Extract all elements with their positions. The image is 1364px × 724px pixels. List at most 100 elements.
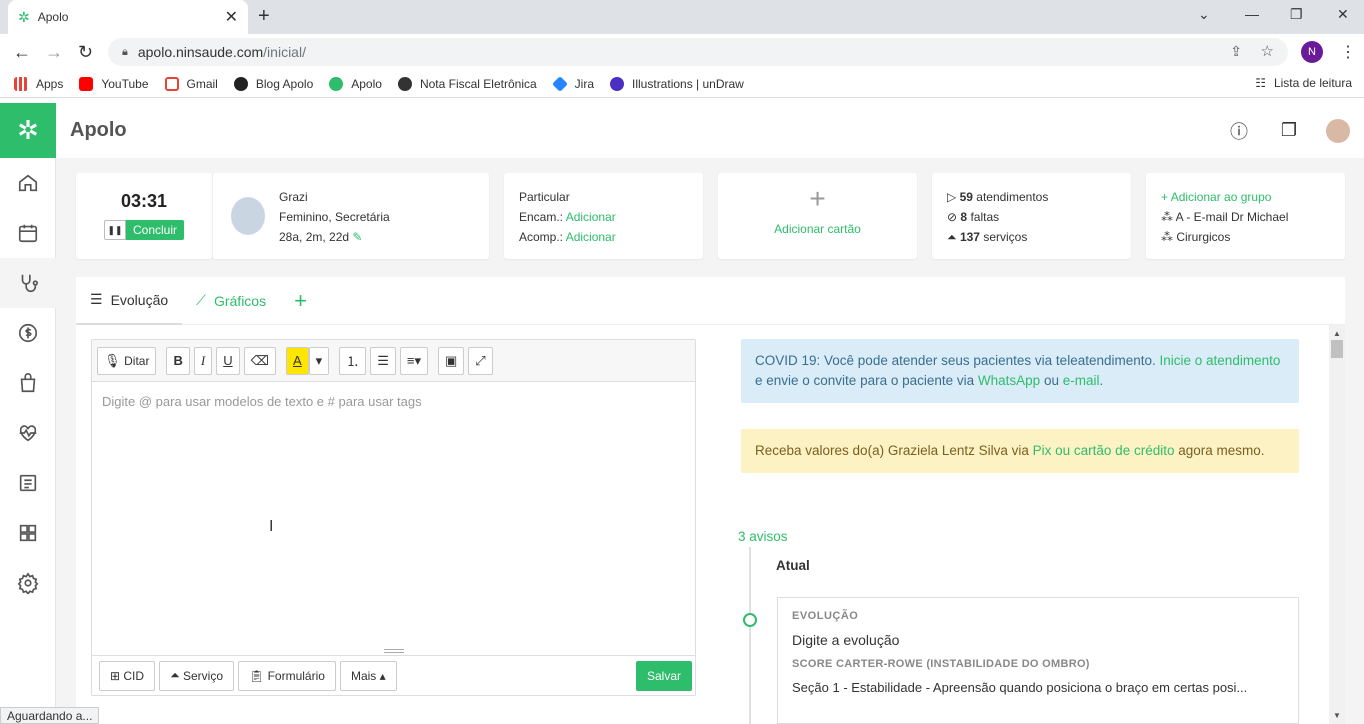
sidebar-item-relatorios[interactable] xyxy=(0,458,56,508)
bookmark-apolo[interactable]: Apolo xyxy=(329,76,382,91)
reading-list[interactable]: ☷ Lista de leitura xyxy=(1255,76,1352,90)
apolo-logo-icon[interactable]: ✲ xyxy=(0,103,56,158)
score-label: SCORE CARTER-ROWE (INSTABILIDADE DO OMBR… xyxy=(792,658,1090,670)
eraser-icon[interactable]: ⌫ xyxy=(243,346,276,375)
sidebar-item-home[interactable] xyxy=(0,158,56,208)
editor-footer: ⊞ CID ⏶ Serviço 📋︎ Formulário Mais ▴ Sal… xyxy=(92,655,695,695)
email-link[interactable]: e-mail xyxy=(1063,373,1100,388)
acomp-add-link[interactable]: Adicionar xyxy=(566,230,616,244)
sidebar-item-agenda[interactable] xyxy=(0,208,56,258)
scroll-thumb[interactable] xyxy=(1331,340,1343,358)
forward-icon[interactable]: → xyxy=(45,42,63,63)
stats-card: ▷ 59 atendimentos ⊘ 8 faltas ⏶ 137 servi… xyxy=(932,173,1131,259)
evo-label: EVOLUÇÃO xyxy=(792,610,859,622)
new-tab-icon[interactable]: + xyxy=(258,5,270,28)
tab-evolucao[interactable]: ☰ Evolução xyxy=(76,277,183,325)
group-item[interactable]: A - E-mail Dr Michael xyxy=(1176,210,1289,224)
group-item[interactable]: Cirurgicos xyxy=(1176,230,1230,244)
underline-button[interactable]: U xyxy=(216,346,240,375)
timeline-dot xyxy=(743,613,757,627)
back-icon[interactable]: ← xyxy=(13,42,31,63)
color-dropdown-icon[interactable]: ▾ xyxy=(308,346,330,375)
evo-text: Digite a evolução xyxy=(792,632,900,648)
add-card-card[interactable]: + Adicionar cartão xyxy=(718,173,917,259)
italic-button[interactable]: I xyxy=(193,346,213,375)
cid-button[interactable]: ⊞ CID xyxy=(99,660,156,691)
add-tab-icon[interactable]: + xyxy=(280,277,321,325)
start-attendance-link[interactable]: Inicie o atendimento xyxy=(1160,353,1281,368)
fullscreen-icon[interactable]: ⤢ xyxy=(468,346,493,375)
chat-icon[interactable]: ❐ xyxy=(1264,120,1314,141)
chrome-menu-icon[interactable]: ⋮ xyxy=(1340,42,1356,62)
serv-count: 137 xyxy=(959,230,980,244)
sidebar-item-atendimento[interactable] xyxy=(0,258,56,308)
dashboard-icon xyxy=(19,524,37,542)
browser-tab[interactable]: ✲ Apolo ✕ xyxy=(8,0,248,34)
image-icon[interactable]: ▣ xyxy=(438,346,465,375)
sidebar-item-estoque[interactable] xyxy=(0,358,56,408)
profile-avatar[interactable]: N xyxy=(1301,41,1323,63)
edit-pencil-icon[interactable]: ✎ xyxy=(352,230,362,244)
more-button[interactable]: Mais ▴ xyxy=(339,660,397,691)
minimize-icon[interactable]: — xyxy=(1245,6,1259,22)
resize-handle-icon[interactable] xyxy=(384,649,404,653)
bookmark-nota-fiscal[interactable]: Nota Fiscal Eletrônica xyxy=(397,76,537,91)
user-avatar[interactable] xyxy=(1326,118,1350,143)
lock-icon: 🔒︎ xyxy=(122,45,128,58)
save-button[interactable]: Salvar xyxy=(635,661,692,691)
editor-textarea[interactable]: Digite @ para usar modelos de texto e # … xyxy=(102,394,422,409)
app-header: Apolo ⓘ ❐ xyxy=(56,103,1364,158)
share-icon[interactable]: ⇪ xyxy=(1230,43,1242,60)
align-icon[interactable]: ≡▾ xyxy=(399,346,428,375)
bullet-list-icon[interactable]: ☰ xyxy=(370,346,396,375)
scroll-down-icon[interactable]: ▼ xyxy=(1329,711,1345,720)
sidebar-item-financeiro[interactable] xyxy=(0,308,56,358)
scrollbar[interactable]: ▲ ▼ xyxy=(1329,325,1345,724)
bookmark-jira[interactable]: Jira xyxy=(551,75,594,92)
servico-button[interactable]: ⏶ Serviço xyxy=(159,660,235,691)
scroll-up-icon[interactable]: ▲ xyxy=(1329,329,1345,338)
formulario-button[interactable]: 📋︎ Formulário xyxy=(238,660,336,691)
bookmark-star-icon[interactable]: ☆ xyxy=(1261,42,1274,60)
dictate-button[interactable]: 🎙︎ Ditar xyxy=(97,346,157,375)
close-tab-icon[interactable]: ✕ xyxy=(225,7,238,27)
bookmark-blog-apolo[interactable]: Blog Apolo xyxy=(233,76,313,91)
sidebar-item-configuracoes[interactable] xyxy=(0,558,56,608)
group-icon: ⁂ xyxy=(1161,210,1173,224)
youtube-icon xyxy=(79,76,94,91)
tab-title: Apolo xyxy=(37,10,69,24)
text-color-button[interactable]: A xyxy=(286,346,309,375)
browser-status-bar: Aguardando a... xyxy=(0,707,100,724)
sidebar-item-saude[interactable] xyxy=(0,408,56,458)
miss-count: 8 xyxy=(960,210,968,224)
whatsapp-link[interactable]: WhatsApp xyxy=(978,373,1040,388)
timer-card: 03:31 ❚❚ Concluir xyxy=(76,173,212,259)
ordered-list-icon[interactable]: ⒈ xyxy=(339,346,367,375)
plus-icon: + xyxy=(809,183,826,214)
patient-photo[interactable] xyxy=(231,197,265,235)
bookmark-apps[interactable]: Apps xyxy=(14,76,63,91)
tab-graficos[interactable]: ⟋ Gráficos xyxy=(182,277,280,325)
bookmark-undraw[interactable]: Illustrations | unDraw xyxy=(610,76,744,91)
patient-name[interactable]: Grazi xyxy=(279,187,390,207)
close-window-icon[interactable]: ✕ xyxy=(1337,6,1349,23)
evolution-entry[interactable]: EVOLUÇÃO Digite a evolução SCORE CARTER-… xyxy=(777,597,1299,724)
add-group-link[interactable]: + Adicionar ao grupo xyxy=(1161,187,1288,207)
tab-search-icon[interactable]: ⌄ xyxy=(1198,6,1210,23)
restore-icon[interactable]: ❐ xyxy=(1290,6,1303,23)
reload-icon[interactable]: ↻ xyxy=(78,42,93,63)
sidebar-item-painel[interactable] xyxy=(0,508,56,558)
conclude-button[interactable]: Concluir xyxy=(125,220,184,240)
bookmark-gmail[interactable]: Gmail xyxy=(164,76,218,91)
help-icon[interactable]: ⓘ xyxy=(1214,118,1264,144)
pix-link[interactable]: Pix ou cartão de crédito xyxy=(1033,443,1175,458)
bookmark-youtube[interactable]: YouTube xyxy=(79,76,149,91)
bold-button[interactable]: B xyxy=(166,346,190,375)
encam-add-link[interactable]: Adicionar xyxy=(566,210,616,224)
add-card-label[interactable]: Adicionar cartão xyxy=(718,219,917,239)
omnibox[interactable]: 🔒︎ apolo.ninsaude.com/inicial/ ⇪ ☆ xyxy=(108,38,1288,66)
record-content: 🎙︎ Ditar B I U ⌫ A ▾ ⒈ ☰ ≡▾ ▣ ⤢ Digite @… xyxy=(76,325,1345,724)
attend-count: 59 xyxy=(959,190,973,204)
notices-link[interactable]: 3 avisos xyxy=(738,529,788,544)
pause-button[interactable]: ❚❚ xyxy=(103,220,126,240)
